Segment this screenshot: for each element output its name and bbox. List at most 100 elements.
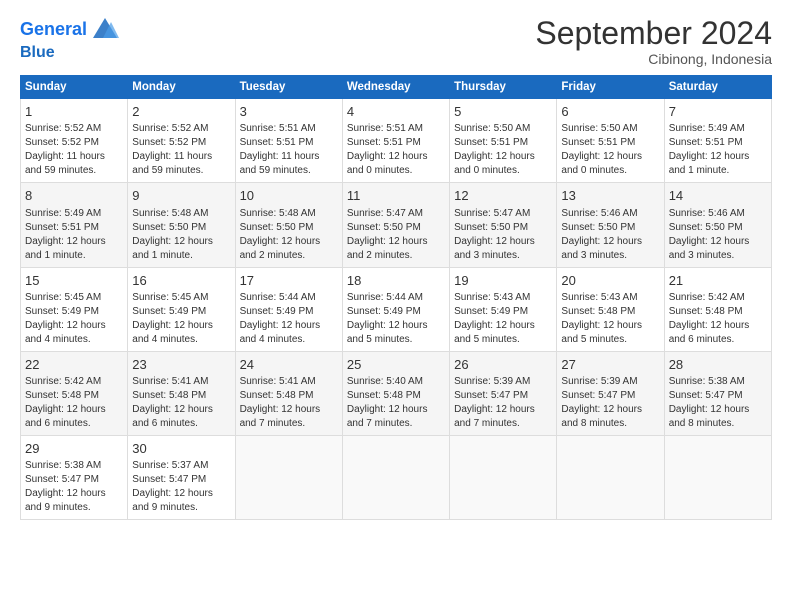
- day-info-line: and 4 minutes.: [132, 333, 230, 347]
- page: General Blue September 2024 Cibinong, In…: [0, 0, 792, 612]
- day-number: 4: [347, 103, 445, 121]
- header: General Blue September 2024 Cibinong, In…: [20, 16, 772, 67]
- day-cell: 2Sunrise: 5:52 AMSunset: 5:52 PMDaylight…: [128, 99, 235, 183]
- day-info-line: Daylight: 12 hours: [132, 403, 230, 417]
- day-cell: 20Sunrise: 5:43 AMSunset: 5:48 PMDayligh…: [557, 267, 664, 351]
- day-info-line: and 6 minutes.: [669, 333, 767, 347]
- day-info-line: Daylight: 12 hours: [25, 235, 123, 249]
- day-info-line: Sunset: 5:50 PM: [669, 221, 767, 235]
- day-info-line: Daylight: 12 hours: [454, 235, 552, 249]
- day-info-line: Sunset: 5:47 PM: [454, 389, 552, 403]
- col-header-saturday: Saturday: [664, 76, 771, 99]
- day-info-line: Sunrise: 5:45 AM: [25, 291, 123, 305]
- day-info-line: and 5 minutes.: [347, 333, 445, 347]
- day-number: 2: [132, 103, 230, 121]
- day-cell: [235, 435, 342, 519]
- day-info-line: Daylight: 12 hours: [669, 150, 767, 164]
- day-info-line: Daylight: 12 hours: [347, 319, 445, 333]
- day-info-line: Sunrise: 5:51 AM: [240, 122, 338, 136]
- day-info-line: Sunset: 5:47 PM: [132, 473, 230, 487]
- day-info-line: Daylight: 12 hours: [454, 319, 552, 333]
- day-info-line: and 1 minute.: [25, 249, 123, 263]
- day-number: 15: [25, 272, 123, 290]
- day-info-line: Daylight: 12 hours: [240, 403, 338, 417]
- day-info-line: Sunrise: 5:52 AM: [132, 122, 230, 136]
- day-info-line: and 3 minutes.: [561, 249, 659, 263]
- day-number: 7: [669, 103, 767, 121]
- month-title: September 2024: [535, 16, 772, 51]
- day-info-line: Daylight: 12 hours: [454, 150, 552, 164]
- day-info-line: Daylight: 12 hours: [132, 319, 230, 333]
- day-number: 10: [240, 187, 338, 205]
- day-info-line: Sunrise: 5:43 AM: [454, 291, 552, 305]
- day-cell: 15Sunrise: 5:45 AMSunset: 5:49 PMDayligh…: [21, 267, 128, 351]
- day-number: 28: [669, 356, 767, 374]
- day-cell: [342, 435, 449, 519]
- day-info-line: and 8 minutes.: [561, 417, 659, 431]
- day-cell: 13Sunrise: 5:46 AMSunset: 5:50 PMDayligh…: [557, 183, 664, 267]
- day-cell: 7Sunrise: 5:49 AMSunset: 5:51 PMDaylight…: [664, 99, 771, 183]
- day-info-line: Sunset: 5:51 PM: [669, 136, 767, 150]
- day-info-line: Sunset: 5:52 PM: [25, 136, 123, 150]
- day-info-line: Sunset: 5:47 PM: [561, 389, 659, 403]
- day-cell: 24Sunrise: 5:41 AMSunset: 5:48 PMDayligh…: [235, 351, 342, 435]
- day-info-line: Sunrise: 5:48 AM: [132, 207, 230, 221]
- title-block: September 2024 Cibinong, Indonesia: [535, 16, 772, 67]
- day-info-line: and 4 minutes.: [25, 333, 123, 347]
- day-cell: 16Sunrise: 5:45 AMSunset: 5:49 PMDayligh…: [128, 267, 235, 351]
- day-number: 24: [240, 356, 338, 374]
- day-info-line: and 7 minutes.: [454, 417, 552, 431]
- day-info-line: Sunset: 5:51 PM: [454, 136, 552, 150]
- day-info-line: Sunset: 5:49 PM: [240, 305, 338, 319]
- day-info-line: Sunset: 5:48 PM: [25, 389, 123, 403]
- day-info-line: Daylight: 12 hours: [669, 403, 767, 417]
- day-info-line: Sunset: 5:52 PM: [132, 136, 230, 150]
- day-info-line: and 1 minute.: [132, 249, 230, 263]
- day-info-line: Sunrise: 5:51 AM: [347, 122, 445, 136]
- day-info-line: Sunrise: 5:40 AM: [347, 375, 445, 389]
- day-info-line: Sunset: 5:50 PM: [454, 221, 552, 235]
- day-info-line: Sunrise: 5:52 AM: [25, 122, 123, 136]
- day-cell: 4Sunrise: 5:51 AMSunset: 5:51 PMDaylight…: [342, 99, 449, 183]
- day-number: 21: [669, 272, 767, 290]
- day-cell: 1Sunrise: 5:52 AMSunset: 5:52 PMDaylight…: [21, 99, 128, 183]
- col-header-tuesday: Tuesday: [235, 76, 342, 99]
- week-row-1: 1Sunrise: 5:52 AMSunset: 5:52 PMDaylight…: [21, 99, 772, 183]
- day-info-line: and 59 minutes.: [132, 164, 230, 178]
- col-header-wednesday: Wednesday: [342, 76, 449, 99]
- day-info-line: Daylight: 12 hours: [240, 319, 338, 333]
- day-info-line: Sunset: 5:48 PM: [132, 389, 230, 403]
- day-number: 27: [561, 356, 659, 374]
- day-cell: 27Sunrise: 5:39 AMSunset: 5:47 PMDayligh…: [557, 351, 664, 435]
- day-info-line: Sunset: 5:48 PM: [240, 389, 338, 403]
- day-cell: 22Sunrise: 5:42 AMSunset: 5:48 PMDayligh…: [21, 351, 128, 435]
- day-info-line: Sunrise: 5:41 AM: [132, 375, 230, 389]
- day-info-line: Sunset: 5:48 PM: [347, 389, 445, 403]
- day-info-line: and 7 minutes.: [240, 417, 338, 431]
- day-info-line: Sunrise: 5:44 AM: [240, 291, 338, 305]
- day-cell: 19Sunrise: 5:43 AMSunset: 5:49 PMDayligh…: [450, 267, 557, 351]
- day-info-line: Sunrise: 5:50 AM: [454, 122, 552, 136]
- day-info-line: Sunrise: 5:38 AM: [669, 375, 767, 389]
- day-cell: 3Sunrise: 5:51 AMSunset: 5:51 PMDaylight…: [235, 99, 342, 183]
- day-info-line: Sunset: 5:50 PM: [347, 221, 445, 235]
- day-number: 19: [454, 272, 552, 290]
- day-info-line: Sunset: 5:47 PM: [669, 389, 767, 403]
- week-row-2: 8Sunrise: 5:49 AMSunset: 5:51 PMDaylight…: [21, 183, 772, 267]
- day-info-line: Sunset: 5:49 PM: [347, 305, 445, 319]
- header-row: SundayMondayTuesdayWednesdayThursdayFrid…: [21, 76, 772, 99]
- day-info-line: Sunrise: 5:42 AM: [25, 375, 123, 389]
- week-row-3: 15Sunrise: 5:45 AMSunset: 5:49 PMDayligh…: [21, 267, 772, 351]
- day-info-line: and 5 minutes.: [454, 333, 552, 347]
- day-cell: 14Sunrise: 5:46 AMSunset: 5:50 PMDayligh…: [664, 183, 771, 267]
- day-number: 8: [25, 187, 123, 205]
- day-info-line: Sunrise: 5:48 AM: [240, 207, 338, 221]
- day-number: 1: [25, 103, 123, 121]
- day-info-line: and 9 minutes.: [132, 501, 230, 515]
- day-cell: 18Sunrise: 5:44 AMSunset: 5:49 PMDayligh…: [342, 267, 449, 351]
- day-info-line: and 6 minutes.: [25, 417, 123, 431]
- day-cell: 11Sunrise: 5:47 AMSunset: 5:50 PMDayligh…: [342, 183, 449, 267]
- day-info-line: Daylight: 12 hours: [561, 403, 659, 417]
- day-cell: 25Sunrise: 5:40 AMSunset: 5:48 PMDayligh…: [342, 351, 449, 435]
- day-info-line: Daylight: 12 hours: [561, 319, 659, 333]
